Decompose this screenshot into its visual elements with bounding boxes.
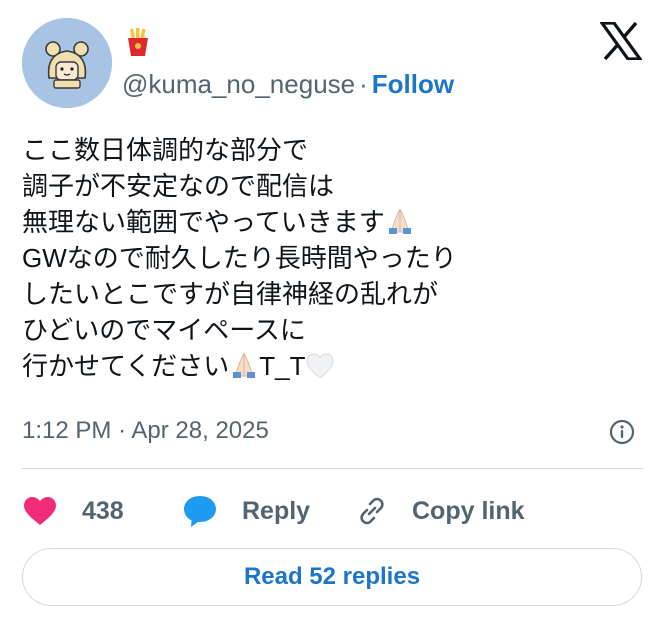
tweet-line-text: 無理ない範囲でやっていきます [22, 207, 385, 237]
white-heart-emoji [305, 352, 335, 389]
like-count: 438 [82, 496, 124, 525]
reply-button[interactable]: Reply [182, 489, 310, 533]
tweet-line-text: 行かせてください [22, 351, 230, 381]
author-handle[interactable]: @kuma_no_neguse [122, 69, 355, 99]
heart-icon [24, 497, 56, 525]
divider [22, 468, 644, 469]
info-icon[interactable] [609, 419, 635, 445]
x-logo-icon[interactable] [598, 21, 644, 61]
handle-separator: · [359, 69, 368, 99]
like-button[interactable]: 438 [22, 489, 124, 533]
follow-button[interactable]: Follow [372, 69, 454, 99]
tweet-date: Apr 28, 2025 [131, 417, 269, 444]
tweet-time: 1:12 PM [22, 417, 112, 444]
timestamp-separator: · [118, 417, 127, 444]
read-replies-button[interactable]: Read 52 replies [22, 548, 642, 606]
tweet-line: 調子が不安定なので配信は [22, 171, 335, 201]
reply-label: Reply [242, 496, 311, 525]
avatar[interactable] [22, 18, 112, 108]
copy-link-label: Copy link [412, 496, 525, 525]
read-replies-label: Read 52 replies [243, 563, 421, 590]
bear-girl-avatar-icon [22, 18, 112, 108]
tweet-line: ひどいのでマイペースに [22, 315, 306, 345]
tweet-line: GWなので耐久したり長時間やったり [22, 243, 457, 273]
author-handle-row: @kuma_no_neguse · Follow [122, 68, 454, 100]
link-icon [360, 497, 384, 525]
tweet-line: ここ数日体調的な部分で [22, 135, 309, 165]
tweet-line: 行かせてください T_T [22, 348, 642, 384]
tweet-line-tail: T_T [259, 351, 306, 381]
tweet-actions: 438 Reply Copy link [22, 489, 644, 533]
french-fries-emoji [122, 26, 154, 58]
tweet-line: したいとこですが自律神経の乱れが [22, 279, 439, 309]
tweet-text: ここ数日体調的な部分で 調子が不安定なので配信は 無理ない範囲でやっていきます … [22, 132, 642, 384]
folded-hands-emoji [229, 350, 259, 389]
tweet-timestamp[interactable]: 1:12 PM · Apr 28, 2025 [22, 416, 269, 446]
copy-link-button[interactable]: Copy link [356, 489, 525, 533]
tweet-line: 無理ない範囲でやっていきます [22, 204, 642, 240]
reply-bubble-icon [184, 496, 216, 527]
